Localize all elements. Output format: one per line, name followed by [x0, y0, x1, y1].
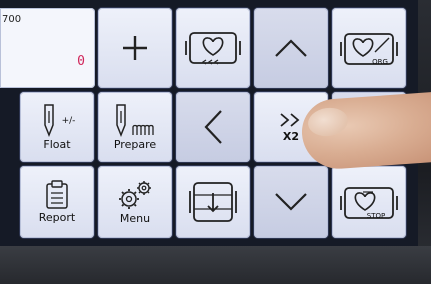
wave-stitch-icon [131, 123, 159, 137]
device-bezel [0, 246, 431, 284]
fast-forward-icon [278, 112, 304, 128]
float-caption: +/- [61, 116, 76, 126]
frame-stop-button[interactable]: STOP [332, 166, 406, 238]
add-button[interactable] [98, 8, 172, 88]
prepare-label: Prepare [113, 138, 157, 151]
speed-label: X2 [282, 129, 300, 143]
float-button[interactable]: +/- Float [20, 92, 94, 162]
report-button[interactable]: Report [20, 166, 94, 238]
left-arrow-icon [202, 108, 224, 146]
counter-title: 700 [2, 14, 22, 25]
up-arrow-icon [273, 37, 309, 59]
frame-origin-icon [339, 28, 399, 70]
frame-down-icon [188, 179, 238, 225]
counter-value: 0 [77, 54, 85, 69]
menu-button[interactable]: Menu [98, 166, 172, 238]
frame-down-button[interactable] [176, 166, 250, 238]
frame-back-icon [184, 27, 242, 69]
gears-icon [115, 179, 155, 211]
stop-caption: STOP [366, 212, 386, 220]
left-button[interactable] [176, 92, 250, 162]
frame-origin-button[interactable]: ORG [332, 8, 406, 88]
clipboard-icon [45, 180, 69, 210]
needle-prepare-icon [111, 103, 131, 137]
frame-back-button[interactable] [176, 8, 250, 88]
float-label: Float [43, 138, 71, 151]
down-arrow-icon [273, 191, 309, 213]
prepare-button[interactable]: Prepare [98, 92, 172, 162]
stitch-counter: 700 0 [0, 8, 95, 88]
photo: 700 0 ORG +/- Float Prepare X2 Report Me… [0, 0, 431, 284]
menu-label: Menu [119, 212, 151, 225]
plus-icon [120, 33, 150, 63]
report-label: Report [38, 211, 76, 224]
origin-caption: ORG [372, 58, 388, 66]
up-button[interactable] [254, 8, 328, 88]
down-button[interactable] [254, 166, 328, 238]
needle-float-icon [39, 103, 59, 137]
